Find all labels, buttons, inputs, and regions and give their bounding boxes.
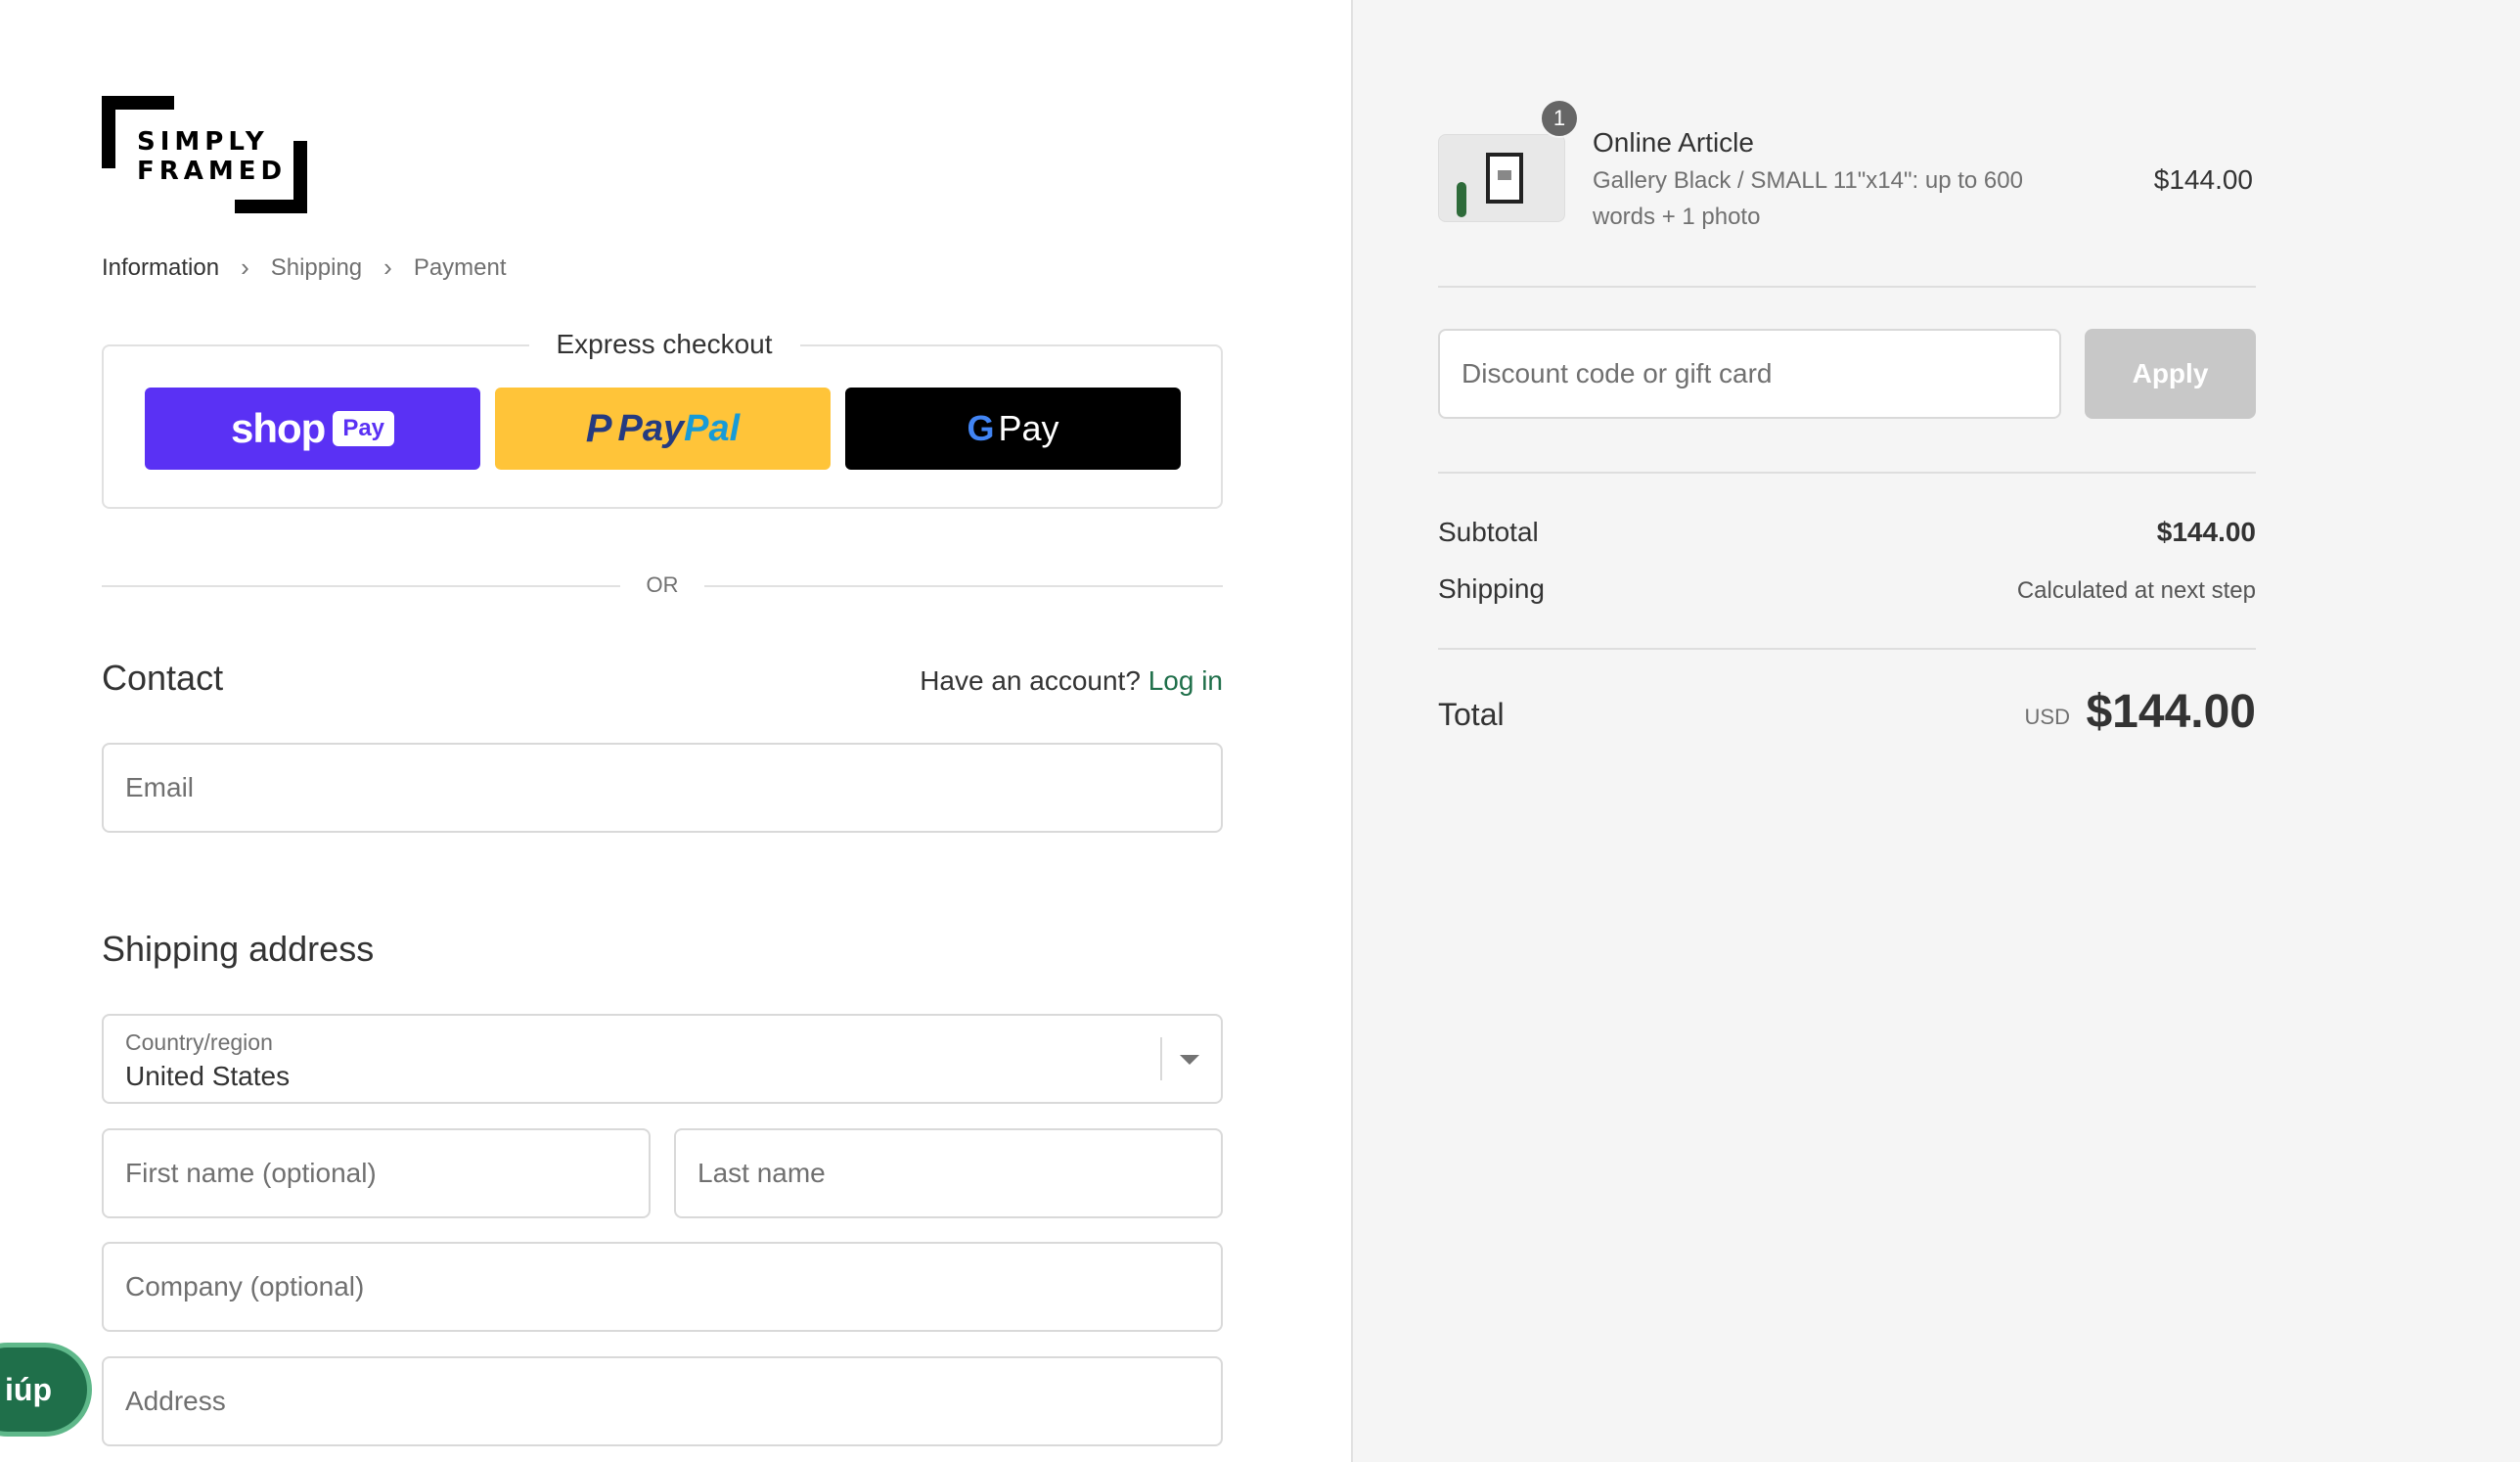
address-field[interactable]: Address — [102, 1356, 1223, 1446]
chevron-right-icon: › — [383, 252, 392, 282]
breadcrumb-shipping[interactable]: Shipping — [271, 254, 362, 282]
product-thumbnail — [1438, 134, 1565, 222]
shipping-address-title: Shipping address — [102, 929, 375, 969]
frame-image — [1486, 153, 1523, 204]
shipping-label: Shipping — [1438, 573, 1545, 604]
order-summary: 1 Online Article Gallery Black / SMALL 1… — [1351, 0, 2520, 1462]
first-name-field[interactable]: First name (optional) — [102, 1128, 651, 1218]
paypal-button[interactable]: P PayPal — [495, 388, 831, 470]
company-placeholder: Company (optional) — [125, 1271, 365, 1302]
shop-pay-badge: Pay — [333, 411, 395, 446]
checkout-main: SIMPLY FRAMED Information › Shipping › P… — [0, 0, 1351, 1462]
summary-divider — [1438, 648, 2256, 650]
chevron-down-icon — [1180, 1055, 1199, 1065]
account-prompt: Have an account? Log in — [920, 665, 1223, 697]
help-chat-button[interactable]: iúp — [0, 1343, 92, 1437]
first-name-placeholder: First name (optional) — [125, 1158, 377, 1188]
logo-line-1: SIMPLY — [137, 127, 269, 157]
paypal-word-a: Pay — [617, 407, 685, 449]
account-prompt-text: Have an account? — [920, 665, 1141, 696]
checkout-page: SIMPLY FRAMED Information › Shipping › P… — [0, 0, 2520, 1462]
breadcrumb-information[interactable]: Information — [102, 254, 219, 282]
select-divider — [1160, 1037, 1162, 1080]
simply-framed-logo[interactable]: SIMPLY FRAMED — [102, 96, 307, 213]
item-name: Online Article — [1593, 127, 1754, 158]
breadcrumb-payment[interactable]: Payment — [414, 254, 507, 282]
shipping-value: Calculated at next step — [2016, 577, 2256, 604]
logo-line-2: FRAMED — [137, 157, 288, 186]
google-g-icon: G — [967, 408, 995, 448]
subtotal-value: $144.00 — [2156, 517, 2256, 547]
total-value: $144.00 — [2086, 686, 2256, 738]
contact-title: Contact — [102, 658, 224, 698]
quantity-badge: 1 — [1540, 99, 1579, 138]
subtotal-label: Subtotal — [1438, 517, 1539, 547]
google-pay-word: Pay — [998, 408, 1059, 448]
address-placeholder: Address — [125, 1386, 226, 1416]
summary-divider — [1438, 472, 2256, 474]
company-field[interactable]: Company (optional) — [102, 1242, 1223, 1332]
chevron-right-icon: › — [241, 252, 249, 282]
express-checkout-title: Express checkout — [528, 329, 800, 359]
or-label: OR — [646, 572, 679, 597]
breadcrumb: Information › Shipping › Payment — [102, 252, 507, 283]
summary-divider — [1438, 286, 2256, 288]
currency-code: USD — [2024, 705, 2070, 729]
paypal-word-b: Pal — [684, 407, 741, 449]
total-label: Total — [1438, 697, 1505, 732]
discount-code-input[interactable]: Discount code or gift card — [1438, 329, 2061, 419]
google-pay-button[interactable]: G Pay — [845, 388, 1181, 470]
shipping-row: Shipping Calculated at next step — [1438, 573, 2256, 605]
express-checkout-section: Express checkout shop Pay P PayPal G Pay — [102, 329, 1223, 509]
discount-placeholder: Discount code or gift card — [1462, 358, 1773, 388]
item-price: $144.00 — [2153, 164, 2253, 195]
apply-discount-button[interactable]: Apply — [2085, 329, 2256, 419]
country-value: United States — [125, 1061, 291, 1091]
email-field[interactable]: Email — [102, 743, 1223, 833]
shop-pay-button[interactable]: shop Pay — [145, 388, 480, 470]
paypal-icon: P — [585, 406, 612, 450]
country-label: Country/region — [125, 1029, 273, 1055]
country-select[interactable]: Country/region United States — [102, 1014, 1223, 1104]
help-chat-label: iúp — [5, 1371, 52, 1407]
login-link[interactable]: Log in — [1148, 665, 1223, 696]
plant-decoration — [1457, 182, 1466, 217]
last-name-field[interactable]: Last name — [674, 1128, 1223, 1218]
last-name-placeholder: Last name — [698, 1158, 826, 1188]
or-divider: OR — [102, 571, 1223, 601]
shop-pay-word: shop — [230, 405, 326, 451]
item-description: Gallery Black / SMALL 11"x14": up to 600… — [1593, 167, 2023, 230]
email-placeholder: Email — [125, 772, 195, 802]
subtotal-row: Subtotal $144.00 — [1438, 517, 2256, 548]
